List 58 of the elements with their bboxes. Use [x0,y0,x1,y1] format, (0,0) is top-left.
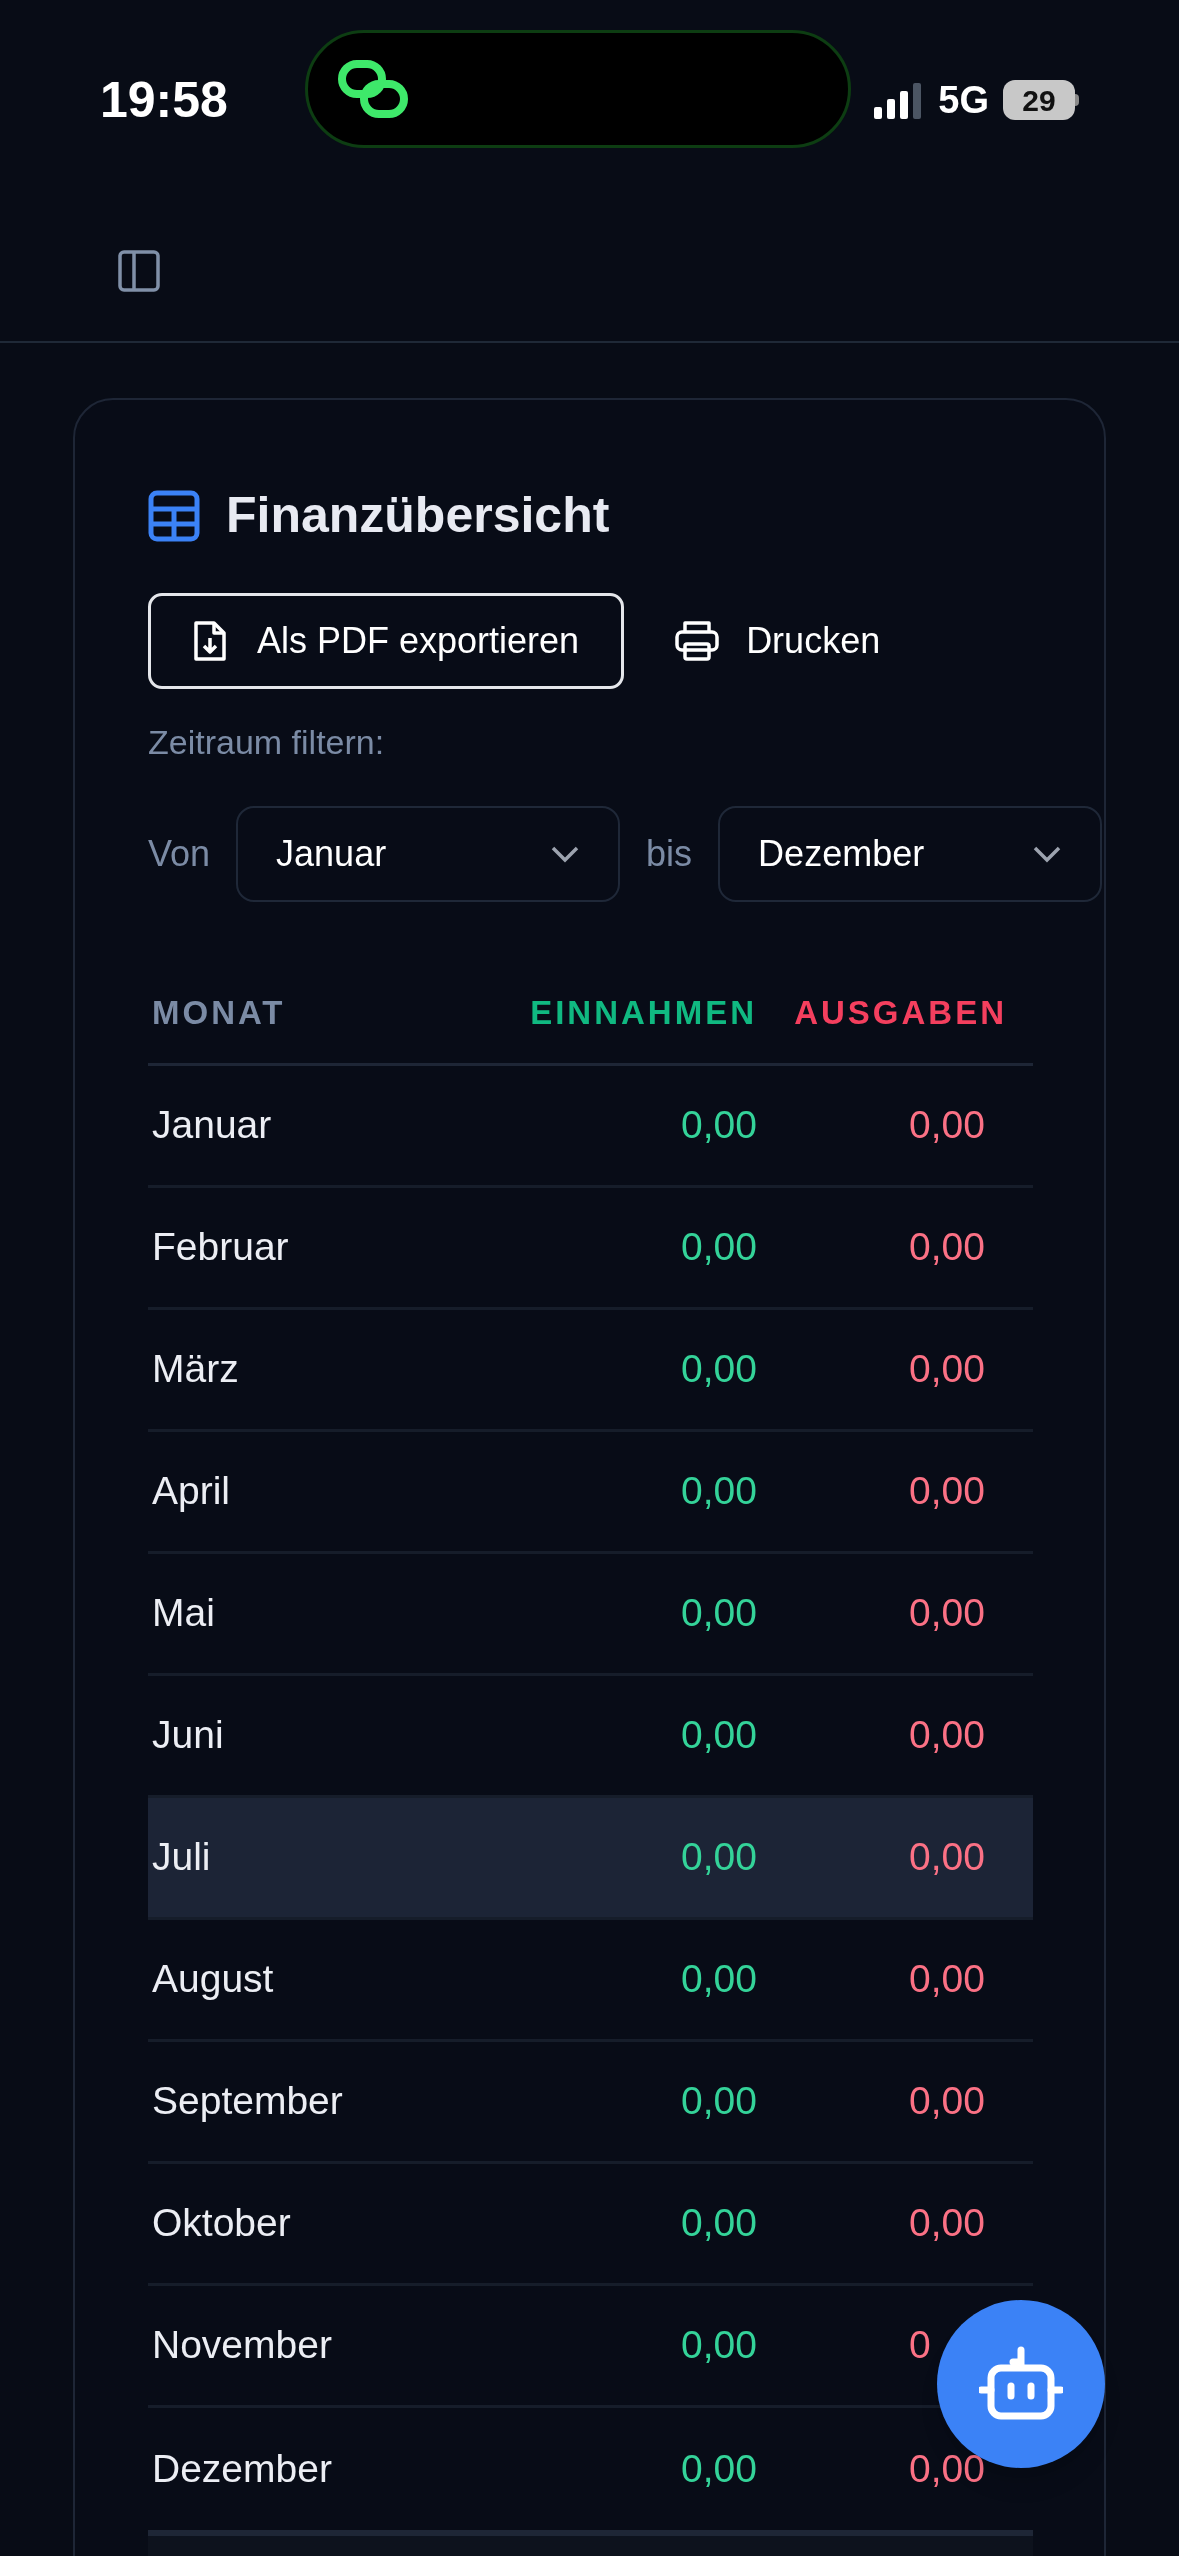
expense-cell-text: 0,00 [909,1468,986,1515]
income-cell-text: 0,00 [681,2445,757,2492]
robot-icon [979,2346,1063,2422]
month-cell-text: Februar [152,1224,290,1271]
income-cell-text: 0,00 [681,1224,757,1271]
income-cell-text: 0,00 [681,2322,757,2369]
chevron-down-icon [550,845,581,863]
month-cell-text: August [152,1956,275,2003]
print-button[interactable]: Drucken [674,593,881,689]
battery-indicator: 29 [1003,80,1079,120]
income-cell-text: 0,00 [681,1956,757,2003]
expense-cell-text: 0,00 [909,1224,986,1271]
expense-cell-text: 0,00 [909,1834,986,1881]
expense-cell-text: 0,00 [909,1956,986,2003]
status-time: 19:58 [100,70,229,130]
sidebar-toggle-icon[interactable] [118,249,160,292]
from-label: Von [148,832,211,876]
column-header: AUSGABEN [793,992,1007,1033]
expense-cell-text: 0,00 [909,1590,986,1637]
file-download-icon [193,620,227,662]
column-header: MONAT [152,992,287,1033]
column-header: EINNAHMEN [529,992,757,1033]
month-cell-text: Dezember [152,2445,333,2492]
card-title: Finanzübersicht [226,486,610,545]
month-cell-text: März [152,1346,240,1393]
month-cell-text: April [152,1468,232,1515]
income-cell-text: 0,00 [681,1468,757,1515]
month-cell-text: Mai [152,1590,216,1637]
link-icon [338,60,410,118]
month-cell-text: Juni [152,1712,225,1759]
network-label: 5G [938,77,989,123]
expense-cell-text: 0,00 [909,2200,986,2247]
to-select[interactable]: Dezember [718,806,1103,902]
expense-cell-text: 0 [909,2322,932,2369]
month-cell-text: Juli [152,1834,212,1881]
printer-icon [674,620,721,662]
expense-cell-text: 0,00 [909,2445,986,2492]
expense-cell-text: 0,00 [909,1346,986,1393]
chevron-down-icon [1032,845,1063,863]
month-cell-text: September [152,2078,344,2125]
expense-cell-text: 0,00 [909,1102,986,1149]
income-cell-text: 0,00 [681,1834,757,1881]
from-select[interactable]: Januar [236,806,621,902]
month-cell-text: Januar [152,1102,273,1149]
to-label: bis [646,832,693,876]
income-cell-text: 0,00 [681,2200,757,2247]
income-cell-text: 0,00 [681,1346,757,1393]
income-cell-text: 0,00 [681,1102,757,1149]
income-cell-text: 0,00 [681,1590,757,1637]
filter-label: Zeitraum filtern: [148,722,386,763]
table-icon [148,489,200,542]
income-cell-text: 0,00 [681,2078,757,2125]
export-pdf-button[interactable]: Als PDF exportieren [148,593,625,689]
expense-cell-text: 0,00 [909,1712,986,1759]
income-cell-text: 0,00 [681,1712,757,1759]
month-cell-text: Oktober [152,2200,292,2247]
expense-cell-text: 0,00 [909,2078,986,2125]
month-cell-text: November [152,2322,333,2369]
